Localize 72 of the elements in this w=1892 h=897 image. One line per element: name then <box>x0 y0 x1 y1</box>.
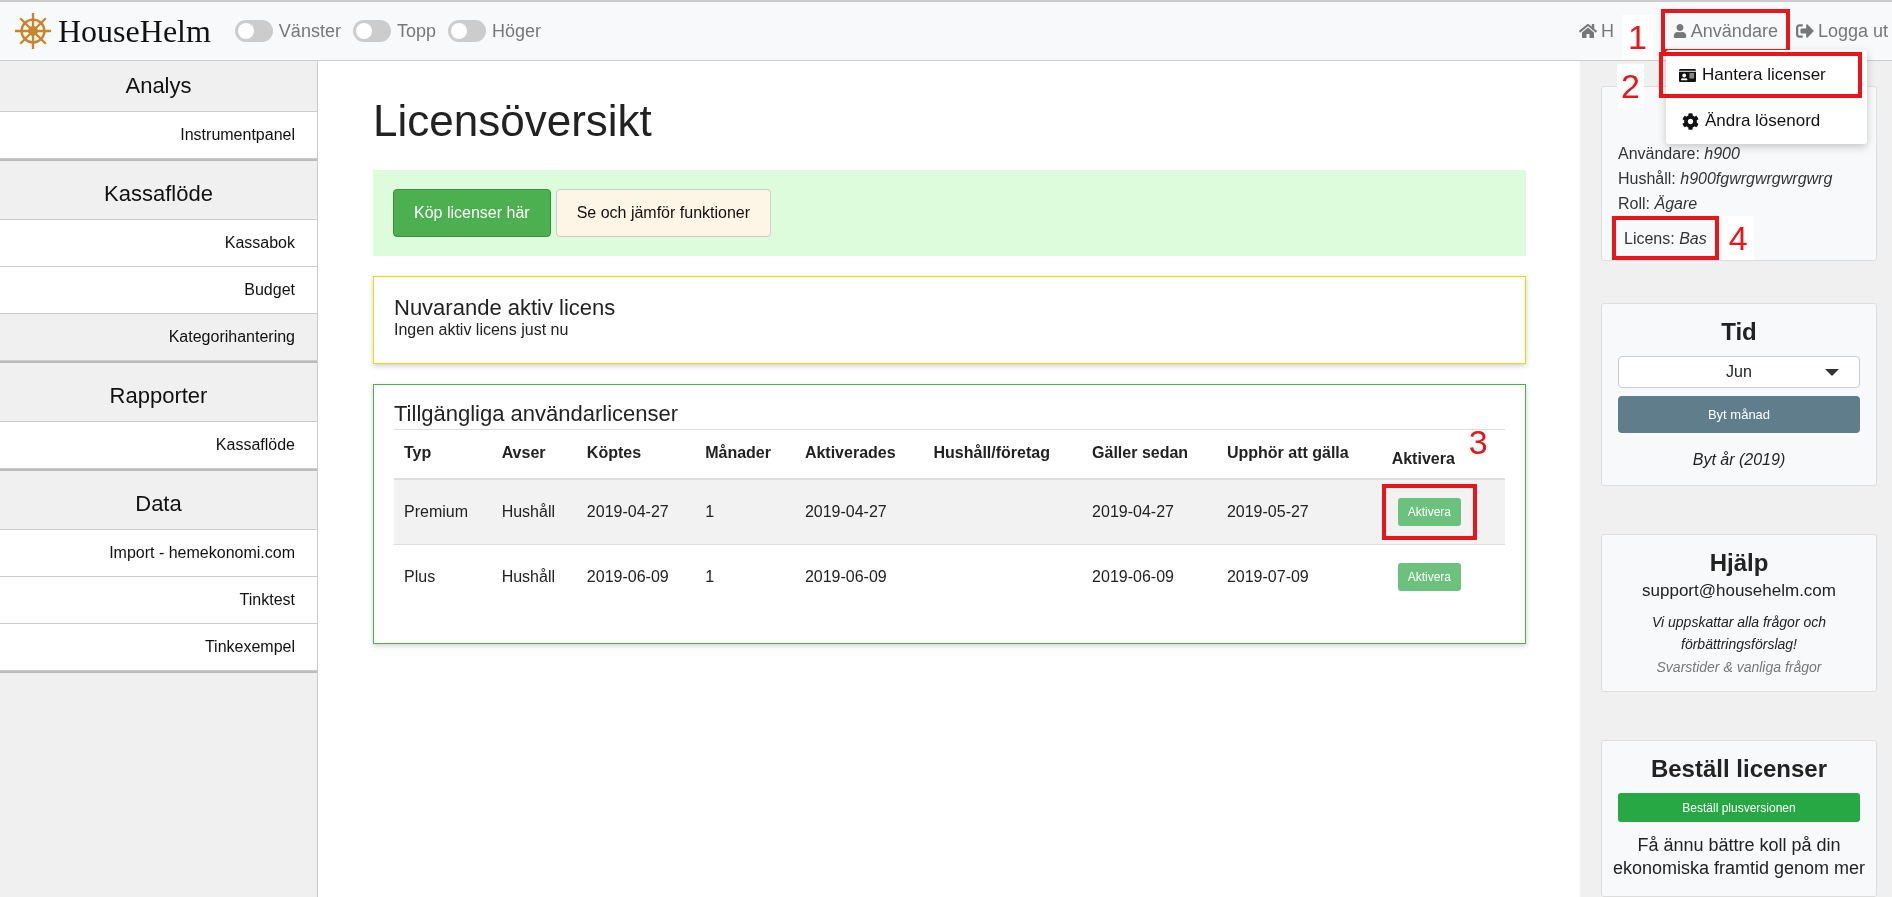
user-icon <box>1672 24 1687 38</box>
column-header: Aktivera <box>1390 449 1456 469</box>
ship-wheel-logo <box>14 12 52 50</box>
column-header: Upphör att gälla <box>1225 443 1350 463</box>
toggle-switch[interactable] <box>234 20 273 42</box>
column-header: Månader <box>704 443 772 463</box>
order-text: Få ännu bättre koll på din ekonomiska framtid genom mer <box>1611 834 1867 880</box>
caret-icon <box>1825 369 1839 376</box>
table-cell: Hushåll <box>491 544 577 609</box>
home-icon <box>1578 22 1597 40</box>
menu-item[interactable]: Ändra lösenord <box>1666 102 1867 140</box>
faq-link[interactable]: Svarstider & vanliga frågor <box>1618 659 1860 675</box>
annotation-number: 3 <box>1467 422 1488 463</box>
change-year-link[interactable]: Byt år (2019) <box>1618 451 1860 469</box>
sidebar-item[interactable]: Import - hemekonomi.com <box>0 530 317 577</box>
support-email: support@househelm.com <box>1641 581 1837 601</box>
table-cell: 2019-06-09 <box>794 544 924 609</box>
card-title: Nuvarande aktiv licens <box>394 295 617 321</box>
table-cell: 2019-05-27 <box>1216 479 1382 545</box>
column-header: Köptes <box>585 443 643 463</box>
card-text: Ingen aktiv licens just nu <box>394 321 570 339</box>
month-select[interactable]: Jun <box>1618 356 1860 388</box>
table-cell: Hushåll <box>491 479 577 545</box>
column-header: Gäller sedan <box>1091 443 1190 463</box>
logout-link[interactable]: Logga ut <box>1795 20 1888 42</box>
sidebar-item[interactable]: Instrumentpanel <box>0 112 317 159</box>
sidebar-item[interactable]: Kassaflöde <box>0 422 317 469</box>
table-cell: 2019-04-27 <box>794 479 924 545</box>
toggle-label: Topp <box>396 20 436 42</box>
toggle-switch[interactable] <box>352 20 391 42</box>
page-title: Licensöversikt <box>373 96 653 146</box>
table-cell: 1 <box>695 544 795 609</box>
user-info-line: Licens: Bas <box>1623 228 1708 249</box>
toggle-switch[interactable] <box>447 20 486 42</box>
toggle-label: Höger <box>491 20 541 42</box>
logout-icon <box>1795 22 1814 40</box>
column-header: Typ <box>403 443 433 463</box>
card-title: Tid <box>1720 318 1758 346</box>
home-link[interactable]: H <box>1578 20 1614 42</box>
table-cell: 2019-07-09 <box>1216 544 1382 609</box>
sidebar-item[interactable]: Budget <box>0 267 317 314</box>
table-cell: 2019-04-27 <box>1082 479 1217 545</box>
column-header: Aktiverades <box>803 443 897 463</box>
table-cell: 2019-06-09 <box>1082 544 1217 609</box>
column-header: Avser <box>500 443 547 463</box>
annotation-number: 1 <box>1621 15 1653 59</box>
table-cell: 1 <box>695 479 795 545</box>
annotation-number: 4 <box>1722 216 1754 260</box>
column-header: Hushåll/företag <box>932 443 1051 463</box>
table-cell: 2019-04-27 <box>576 479 696 545</box>
user-info-line: Roll: Ägare <box>1617 194 1699 214</box>
table-cell: Premium <box>394 479 492 545</box>
sidebar-item[interactable]: Tinktest <box>0 577 317 624</box>
menu-item[interactable]: Hantera licenser <box>1663 56 1858 94</box>
table-cell: Plus <box>394 544 492 609</box>
sidebar-item[interactable]: Tinkexempel <box>0 624 317 671</box>
brand-name: HouseHelm <box>58 12 211 50</box>
help-note: Vi uppskattar alla frågor och förbättringsförslag! <box>1650 613 1828 654</box>
user-menu-link[interactable]: Användare <box>1664 20 1786 42</box>
compare-features-button[interactable]: Se och jämför funktioner <box>555 189 772 237</box>
table-cell: 2019-06-09 <box>576 544 696 609</box>
card-title: Beställ licenser <box>1649 755 1829 783</box>
id-card-icon <box>1679 66 1696 84</box>
annotation-number: 2 <box>1617 64 1644 108</box>
toggle-label: Vänster <box>278 20 341 42</box>
card-title: Tillgängliga användarlicenser <box>394 401 680 427</box>
settings-icon <box>1682 112 1699 130</box>
user-info-line: Hushåll: h900fgwrgwrgwrgwrg <box>1617 169 1834 189</box>
sidebar-item[interactable]: Kassabok <box>0 220 317 267</box>
change-month-button[interactable]: Byt månad <box>1618 396 1860 433</box>
user-info-line: Användare: h900 <box>1617 144 1741 164</box>
card-title: Hjälp <box>1708 549 1770 577</box>
